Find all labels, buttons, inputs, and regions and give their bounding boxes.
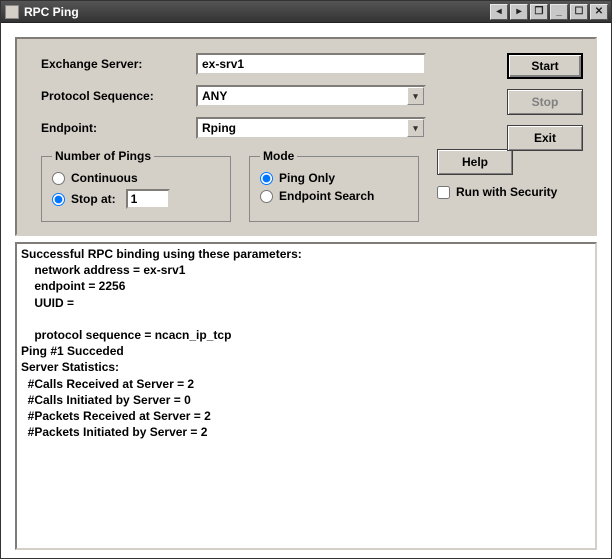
form-panel: Exchange Server: Protocol Sequence: ANY …	[15, 37, 597, 236]
titlebar-button-left-icon[interactable]: ◂	[490, 4, 508, 20]
minimize-button[interactable]: _	[550, 4, 568, 20]
protocol-sequence-select[interactable]: ANY	[196, 85, 426, 107]
protocol-sequence-value: ANY	[202, 89, 227, 103]
label-continuous: Continuous	[71, 171, 138, 185]
exchange-server-input[interactable]	[196, 53, 426, 75]
titlebar: RPC Ping ◂ ▸ ❐ _ ☐ ✕	[1, 1, 611, 23]
label-ping-only: Ping Only	[279, 171, 335, 185]
radio-row-continuous: Continuous	[52, 171, 220, 185]
window-title: RPC Ping	[24, 5, 488, 19]
radio-row-stop-at: Stop at:	[52, 189, 220, 209]
button-column: Start Stop Exit	[507, 53, 583, 151]
group-number-of-pings: Number of Pings Continuous Stop at:	[41, 149, 231, 222]
radio-endpoint-search[interactable]	[260, 190, 273, 203]
right-extras: Help Run with Security	[437, 149, 557, 222]
endpoint-select[interactable]: Rping	[196, 117, 426, 139]
label-stop-at: Stop at:	[71, 192, 116, 206]
label-endpoint-search: Endpoint Search	[279, 189, 374, 203]
stop-button[interactable]: Stop	[507, 89, 583, 115]
legend-pings: Number of Pings	[52, 149, 154, 163]
output-panel[interactable]: Successful RPC binding using these param…	[15, 242, 597, 550]
radio-stop-at[interactable]	[52, 193, 65, 206]
group-mode: Mode Ping Only Endpoint Search	[249, 149, 419, 222]
maximize-button[interactable]: ☐	[570, 4, 588, 20]
label-run-with-security: Run with Security	[456, 185, 557, 199]
help-button[interactable]: Help	[437, 149, 513, 175]
start-button[interactable]: Start	[507, 53, 583, 79]
endpoint-value: Rping	[202, 121, 236, 135]
row-exchange-server: Exchange Server:	[41, 53, 583, 75]
radio-row-ping-only: Ping Only	[260, 171, 408, 185]
stop-at-input[interactable]	[126, 189, 170, 209]
radio-row-endpoint-search: Endpoint Search	[260, 189, 408, 203]
window-content: Exchange Server: Protocol Sequence: ANY …	[1, 23, 611, 558]
run-with-security-row: Run with Security	[437, 185, 557, 199]
row-endpoint: Endpoint: Rping	[41, 117, 583, 139]
chevron-down-icon[interactable]	[407, 119, 424, 137]
label-protocol-sequence: Protocol Sequence:	[41, 89, 196, 103]
titlebar-button-restoredown-icon[interactable]: ❐	[530, 4, 548, 20]
label-endpoint: Endpoint:	[41, 121, 196, 135]
radio-continuous[interactable]	[52, 172, 65, 185]
row-protocol-sequence: Protocol Sequence: ANY	[41, 85, 583, 107]
chevron-down-icon[interactable]	[407, 87, 424, 105]
radio-ping-only[interactable]	[260, 172, 273, 185]
run-with-security-checkbox[interactable]	[437, 186, 450, 199]
label-exchange-server: Exchange Server:	[41, 57, 196, 71]
group-row: Number of Pings Continuous Stop at: Mode…	[41, 149, 583, 222]
legend-mode: Mode	[260, 149, 297, 163]
window-system-icon	[5, 5, 19, 19]
close-button[interactable]: ✕	[590, 4, 608, 20]
exit-button[interactable]: Exit	[507, 125, 583, 151]
titlebar-button-right-icon[interactable]: ▸	[510, 4, 528, 20]
